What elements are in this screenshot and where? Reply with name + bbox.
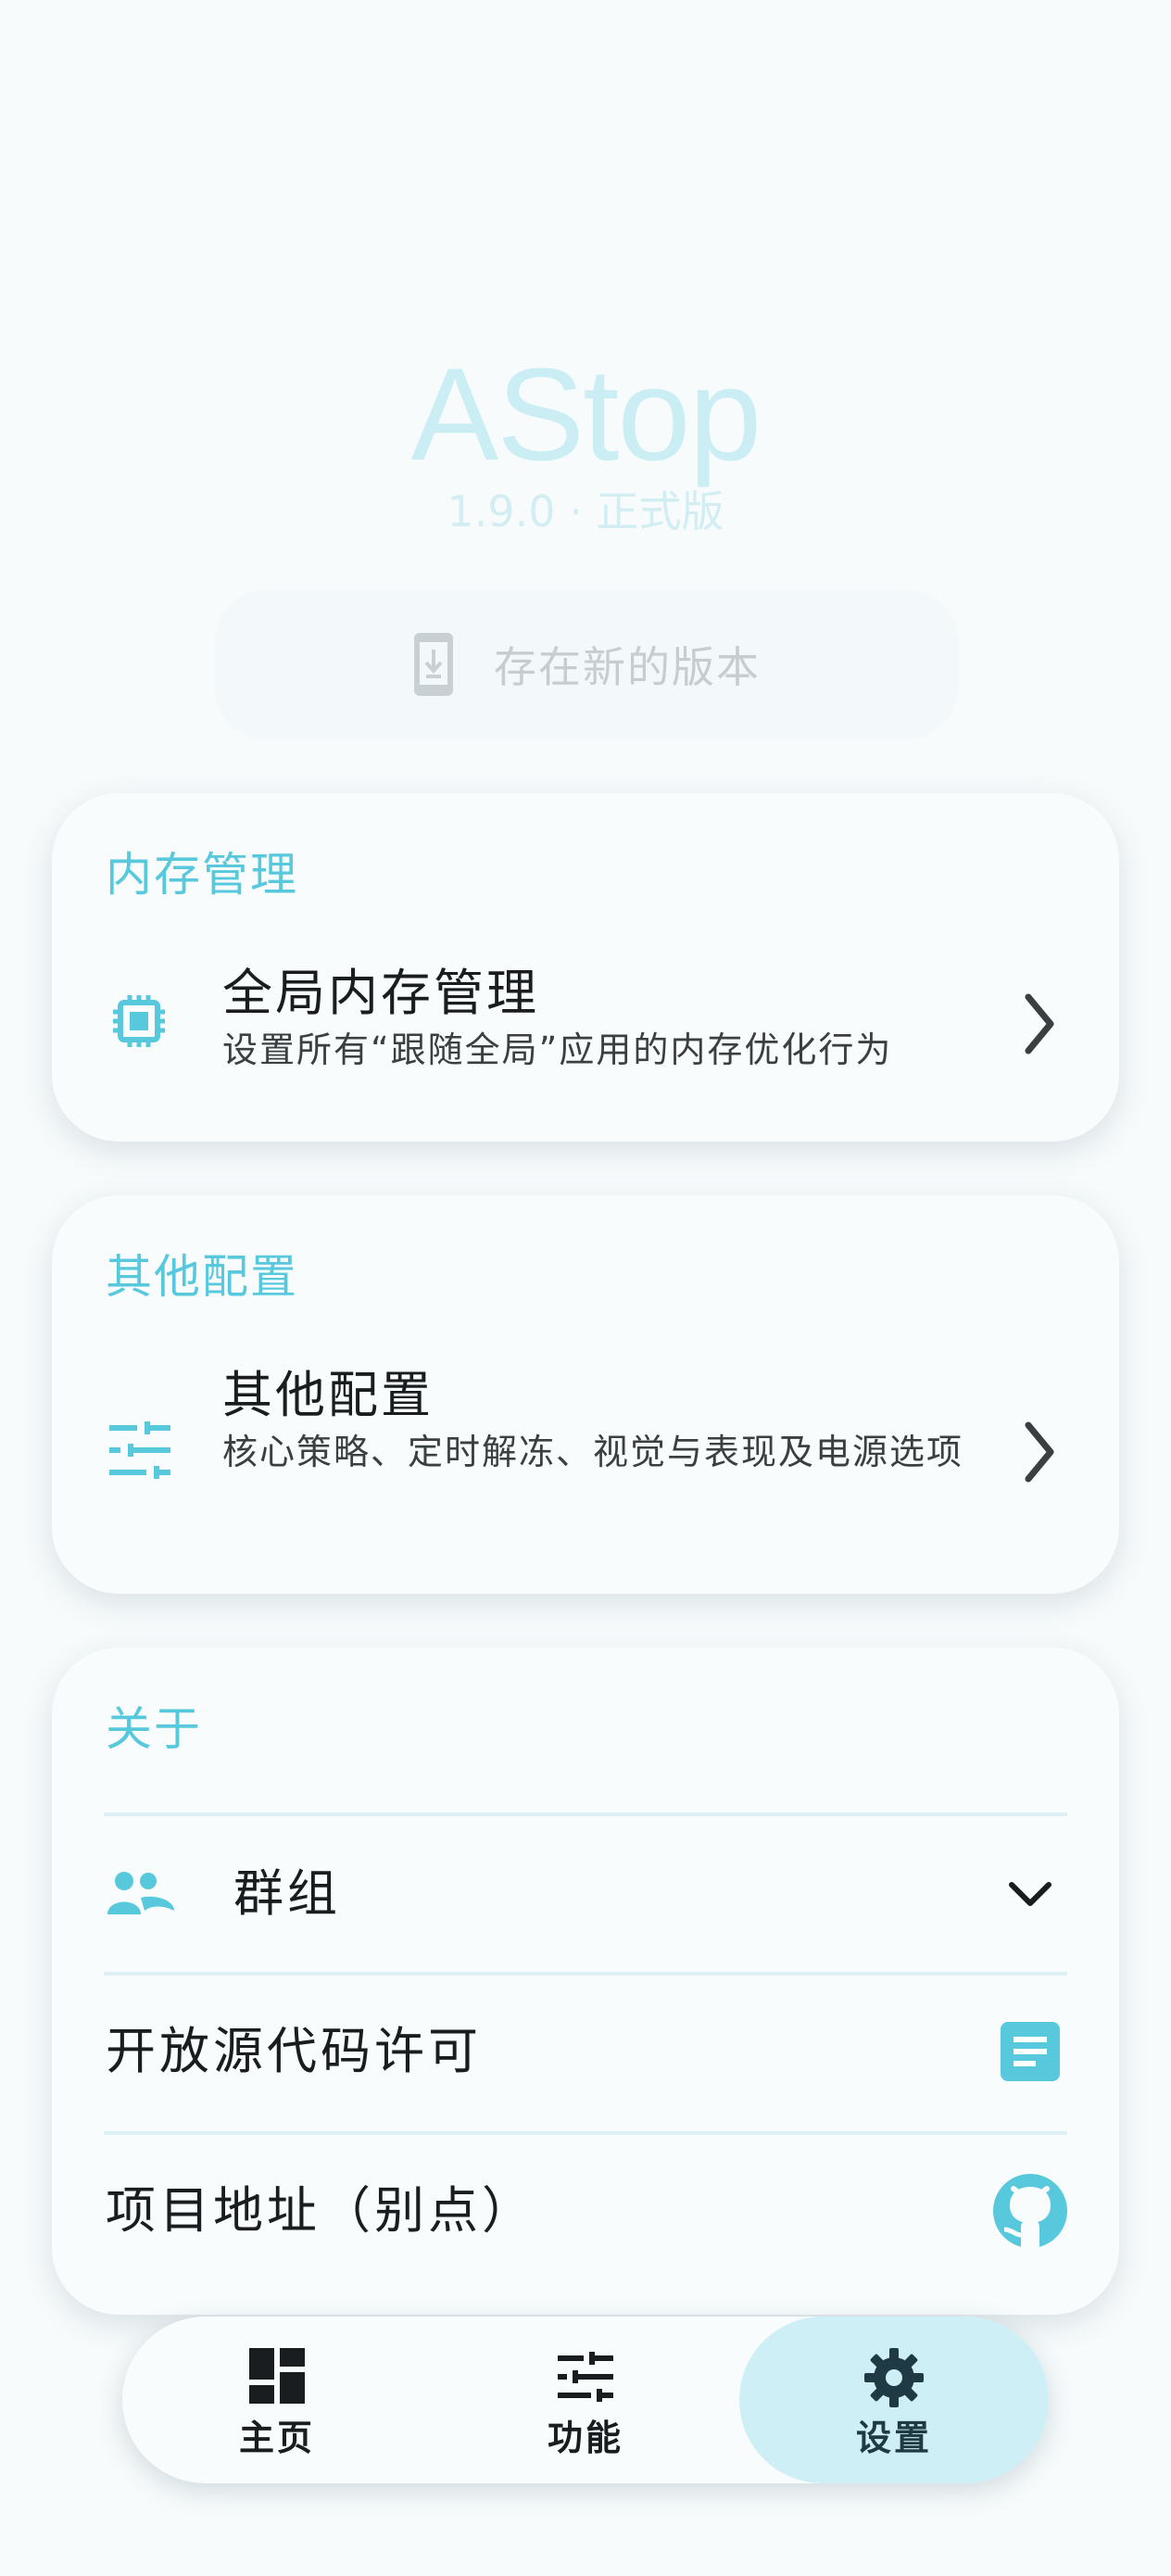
about-card: 关于 群组 开放源代码许可 项目地址（别点）: [52, 1648, 1119, 2315]
section-title-memory: 内存管理: [106, 848, 298, 902]
open-source-license-label: 开放源代码许可: [106, 2022, 482, 2080]
global-memory-title: 全局内存管理: [222, 964, 539, 1022]
update-available-button[interactable]: 存在新的版本: [215, 589, 958, 739]
chevron-down-icon: [1009, 1882, 1051, 1906]
gear-icon: [864, 2348, 924, 2407]
nav-label-settings: 设置: [855, 2418, 932, 2458]
nav-item-settings[interactable]: 设置: [739, 2317, 1049, 2483]
other-config-card: 其他配置 其他配置 核心策略、定时解冻、视觉与表现及电源选项: [52, 1195, 1119, 1594]
other-config-subtitle: 核心策略、定时解冻、视觉与表现及电源选项: [222, 1432, 964, 1472]
nav-item-home[interactable]: 主页: [122, 2317, 432, 2483]
group-icon: [107, 1872, 174, 1914]
github-icon: [993, 2174, 1067, 2248]
chip-icon: [113, 995, 165, 1047]
document-icon: [1001, 2022, 1060, 2081]
tune-icon: [109, 1421, 170, 1479]
memory-management-card: 内存管理 全局内存管理 设置所有“跟随全局”应用的内存优化行为: [52, 793, 1119, 1142]
other-config-title: 其他配置: [222, 1366, 434, 1424]
global-memory-management-item[interactable]: 全局内存管理 设置所有“跟随全局”应用的内存优化行为: [52, 941, 1119, 1108]
app-header: AStop 1.9.0 · 正式版 存在新的版本: [0, 0, 1171, 778]
nav-label-home: 主页: [238, 2418, 315, 2458]
chevron-right-icon: [1025, 1421, 1054, 1483]
global-memory-subtitle: 设置所有“跟随全局”应用的内存优化行为: [222, 1029, 893, 1070]
system-update-icon: [414, 633, 453, 696]
tune-icon: [558, 2352, 613, 2402]
update-label: 存在新的版本: [494, 642, 761, 692]
nav-label-features: 功能: [547, 2418, 623, 2458]
section-title-about: 关于: [106, 1702, 202, 1756]
dashboard-icon: [249, 2348, 305, 2404]
group-row[interactable]: 群组: [52, 1816, 1119, 1972]
app-title: AStop: [410, 341, 762, 488]
open-source-license-row[interactable]: 开放源代码许可: [52, 1976, 1119, 2131]
nav-item-features[interactable]: 功能: [431, 2317, 740, 2483]
chevron-right-icon: [1025, 993, 1054, 1054]
other-config-item[interactable]: 其他配置 核心策略、定时解冻、视觉与表现及电源选项: [52, 1344, 1119, 1566]
bottom-navigation: 主页 功能 设置: [122, 2317, 1049, 2483]
group-label: 群组: [233, 1864, 341, 1923]
section-title-other: 其他配置: [106, 1250, 298, 1304]
project-address-row[interactable]: 项目地址（别点）: [52, 2135, 1119, 2291]
app-version: 1.9.0 · 正式版: [447, 486, 724, 537]
project-address-label: 项目地址（别点）: [106, 2181, 535, 2240]
